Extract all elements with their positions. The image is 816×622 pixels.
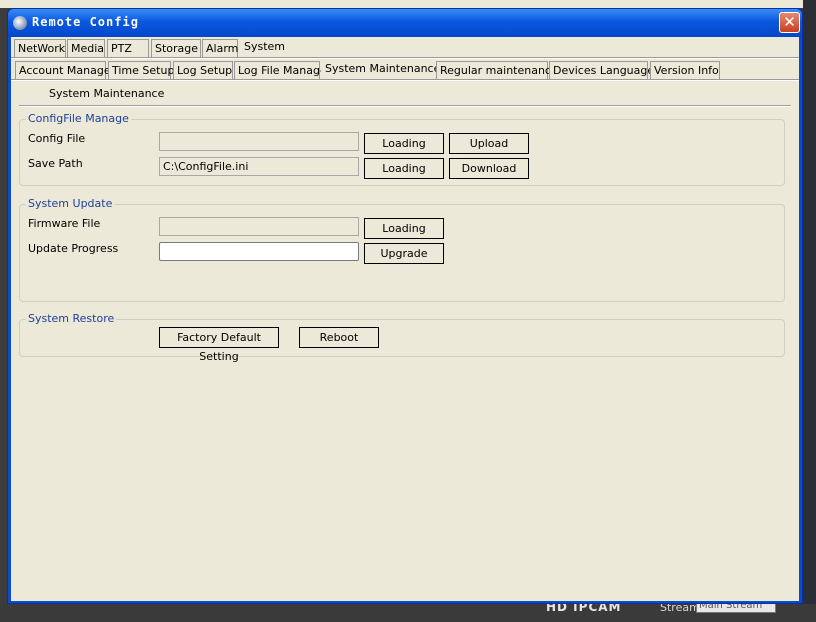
firmware-file-label: Firmware File xyxy=(28,217,101,230)
system-update-legend: System Update xyxy=(26,197,115,210)
background-app-edge xyxy=(803,0,816,622)
config-file-field[interactable] xyxy=(159,132,359,151)
tab-media[interactable]: Media xyxy=(67,39,105,57)
tab-network[interactable]: NetWork xyxy=(14,39,66,57)
save-path-label: Save Path xyxy=(28,157,83,170)
desktop-strip xyxy=(0,0,816,8)
tab-time-setup[interactable]: Time Setup xyxy=(108,61,174,79)
tab-alarm[interactable]: Alarm xyxy=(202,39,238,57)
config-file-label: Config File xyxy=(28,132,86,145)
config-loading-button[interactable]: Loading xyxy=(364,133,444,154)
panel-title: System Maintenance xyxy=(49,87,165,100)
system-restore-group: System Restore xyxy=(19,312,785,357)
sub-tab-divider xyxy=(11,79,799,81)
tab-regular-maintenance[interactable]: Regular maintenance xyxy=(436,61,558,79)
app-camera-icon xyxy=(13,16,27,30)
update-progress-label: Update Progress xyxy=(28,242,119,255)
configfile-legend: ConfigFile Manage xyxy=(26,112,131,125)
window-client-area: NetWork Media PTZ Storage Alarm System A… xyxy=(11,37,799,601)
remote-config-window: Remote Config ✕ NetWork Media PTZ Storag… xyxy=(7,8,803,604)
update-progress-bar xyxy=(159,242,359,261)
title-bar[interactable]: Remote Config ✕ xyxy=(8,9,802,37)
tab-version-info[interactable]: Version Info xyxy=(650,61,720,79)
tab-ptz[interactable]: PTZ xyxy=(107,39,149,57)
close-button[interactable]: ✕ xyxy=(779,12,800,33)
upload-button[interactable]: Upload xyxy=(449,133,529,154)
tab-system-maintenance[interactable]: System Maintenance xyxy=(321,59,440,77)
firmware-file-field[interactable] xyxy=(159,217,359,236)
tab-account-manage[interactable]: Account Manage xyxy=(15,61,111,79)
download-button[interactable]: Download xyxy=(449,158,529,179)
tab-system[interactable]: System xyxy=(240,37,285,55)
save-path-loading-button[interactable]: Loading xyxy=(364,158,444,179)
window-title: Remote Config xyxy=(32,15,139,29)
tab-storage[interactable]: Storage xyxy=(151,39,201,57)
tab-devices-language[interactable]: Devices Language xyxy=(549,61,654,79)
save-path-field[interactable]: C:\ConfigFile.ini xyxy=(159,157,359,176)
upgrade-button[interactable]: Upgrade xyxy=(364,243,444,264)
firmware-loading-button[interactable]: Loading xyxy=(364,218,444,239)
tab-log-file-manage[interactable]: Log File Manage xyxy=(234,61,327,79)
panel-separator xyxy=(19,105,791,107)
system-restore-legend: System Restore xyxy=(26,312,117,325)
reboot-button[interactable]: Reboot xyxy=(299,327,379,348)
tab-log-setup[interactable]: Log Setup xyxy=(173,61,233,79)
factory-default-button[interactable]: Factory Default Setting xyxy=(159,327,279,363)
